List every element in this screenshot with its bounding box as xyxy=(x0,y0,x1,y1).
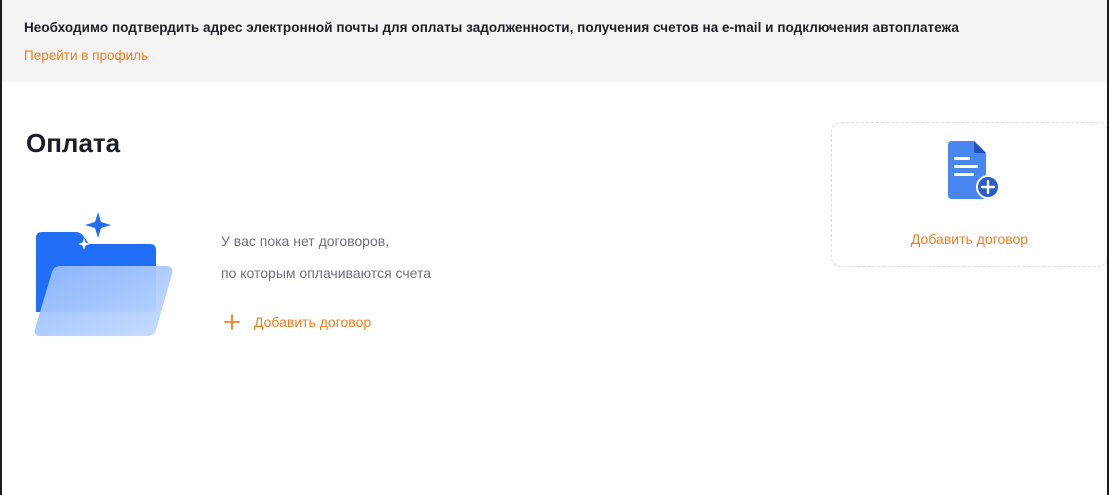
email-confirmation-notice: Необходимо подтвердить адрес электронной… xyxy=(2,0,1107,82)
empty-state-line-2: по которым оплачиваются счета xyxy=(221,265,432,281)
add-contract-card[interactable]: Добавить договор xyxy=(831,122,1107,267)
document-add-icon xyxy=(948,141,1000,199)
go-to-profile-link[interactable]: Перейти в профиль xyxy=(24,48,148,63)
page-title: Оплата xyxy=(26,128,121,158)
add-contract-link[interactable]: Добавить договор xyxy=(224,314,371,330)
page-frame: Необходимо подтвердить адрес электронной… xyxy=(0,0,1109,495)
folder-illustration-icon xyxy=(34,212,173,336)
empty-state-message: У вас пока нет договоров, по которым опл… xyxy=(221,232,431,282)
add-contract-link-label: Добавить договор xyxy=(254,314,372,330)
notice-text: Необходимо подтвердить адрес электронной… xyxy=(24,20,959,35)
plus-icon xyxy=(224,314,240,330)
add-contract-card-label: Добавить договор xyxy=(910,231,1029,247)
empty-state-line-1: У вас пока нет договоров, xyxy=(221,233,390,249)
